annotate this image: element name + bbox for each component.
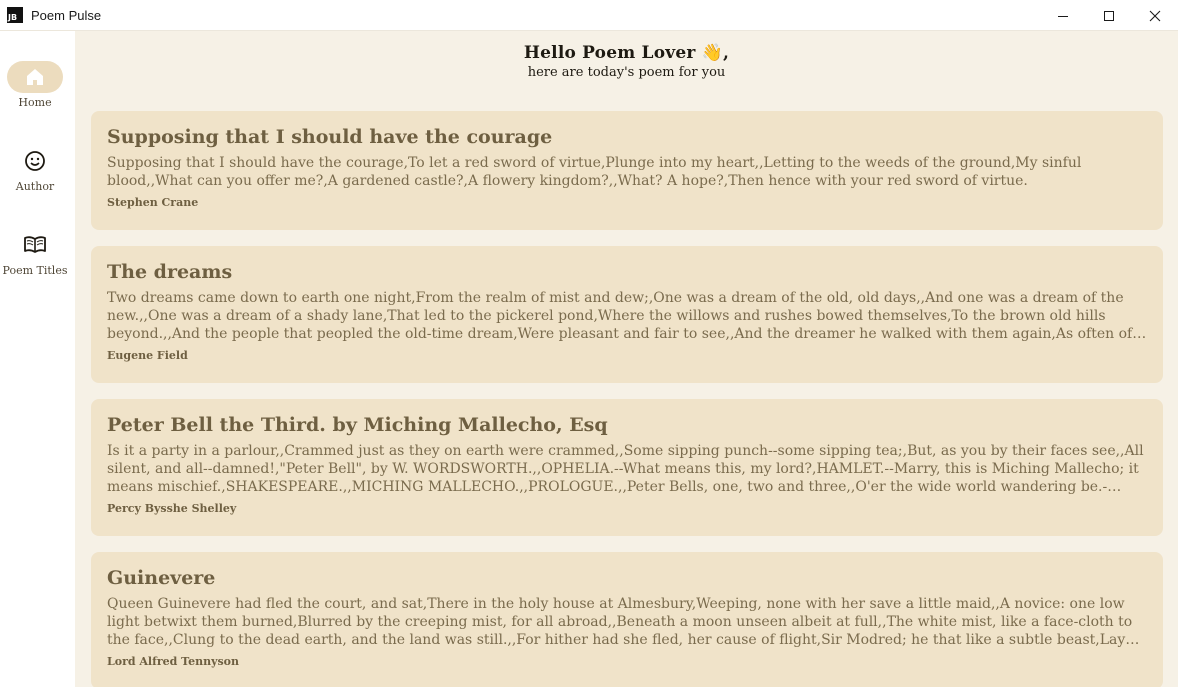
- poem-excerpt: Queen Guinevere had fled the court, and …: [107, 596, 1133, 648]
- greeting-title: Hello Poem Lover 👋,: [523, 43, 730, 63]
- poem-card[interactable]: Guinevere Queen Guinevere had fled the c…: [91, 552, 1163, 687]
- window-controls: [1040, 0, 1178, 31]
- nav-label-author: Author: [15, 180, 55, 193]
- poem-title: Peter Bell the Third. by Miching Mallech…: [107, 414, 608, 436]
- poem-excerpt: Two dreams came down to earth one night,…: [107, 290, 1133, 342]
- maximize-button[interactable]: [1086, 0, 1132, 31]
- poem-excerpt: Is it a party in a parlour,,Crammed just…: [107, 443, 1144, 495]
- poem-card[interactable]: Peter Bell the Third. by Miching Mallech…: [91, 399, 1163, 536]
- navigation-rail: Home Author Poem Titles: [0, 31, 75, 687]
- poem-title: Supposing that I should have the courage: [107, 126, 553, 148]
- greeting-subtitle: here are today's poem for you: [527, 65, 726, 80]
- main-content: Hello Poem Lover 👋, here are today's poe…: [75, 31, 1178, 687]
- window-title: Poem Pulse: [31, 7, 102, 23]
- maximize-icon: [1104, 10, 1114, 21]
- nav-item-author[interactable]: Author: [0, 145, 70, 193]
- smiley-face-icon: [25, 151, 45, 171]
- nav-item-poem-titles[interactable]: Poem Titles: [0, 229, 70, 277]
- poem-author: Percy Bysshe Shelley: [107, 502, 237, 515]
- poem-author: Eugene Field: [107, 349, 188, 362]
- minimize-icon: [1058, 15, 1068, 17]
- poem-card[interactable]: The dreams Two dreams came down to earth…: [91, 246, 1163, 383]
- poem-author: Stephen Crane: [107, 196, 199, 209]
- open-book-icon: [24, 236, 46, 253]
- title-bar: JB Poem Pulse: [0, 0, 1178, 31]
- nav-author-indicator: [7, 145, 63, 177]
- nav-label-poem-titles: Poem Titles: [2, 264, 68, 277]
- close-icon: [1149, 10, 1161, 21]
- app-logo-icon: JB: [7, 7, 23, 23]
- close-button[interactable]: [1132, 0, 1178, 31]
- nav-home-indicator: [7, 61, 63, 93]
- poem-title: The dreams: [107, 261, 233, 283]
- nav-item-home[interactable]: Home: [0, 61, 70, 109]
- poem-excerpt: Supposing that I should have the courage…: [107, 155, 1082, 189]
- minimize-button[interactable]: [1040, 0, 1086, 31]
- poem-card[interactable]: Supposing that I should have the courage…: [91, 111, 1163, 230]
- nav-label-home: Home: [18, 96, 52, 109]
- greeting: Hello Poem Lover 👋, here are today's poe…: [75, 31, 1178, 80]
- poem-title: Guinevere: [107, 567, 216, 589]
- nav-poem-titles-indicator: [7, 229, 63, 261]
- poem-author: Lord Alfred Tennyson: [107, 655, 239, 668]
- home-icon: [27, 69, 43, 85]
